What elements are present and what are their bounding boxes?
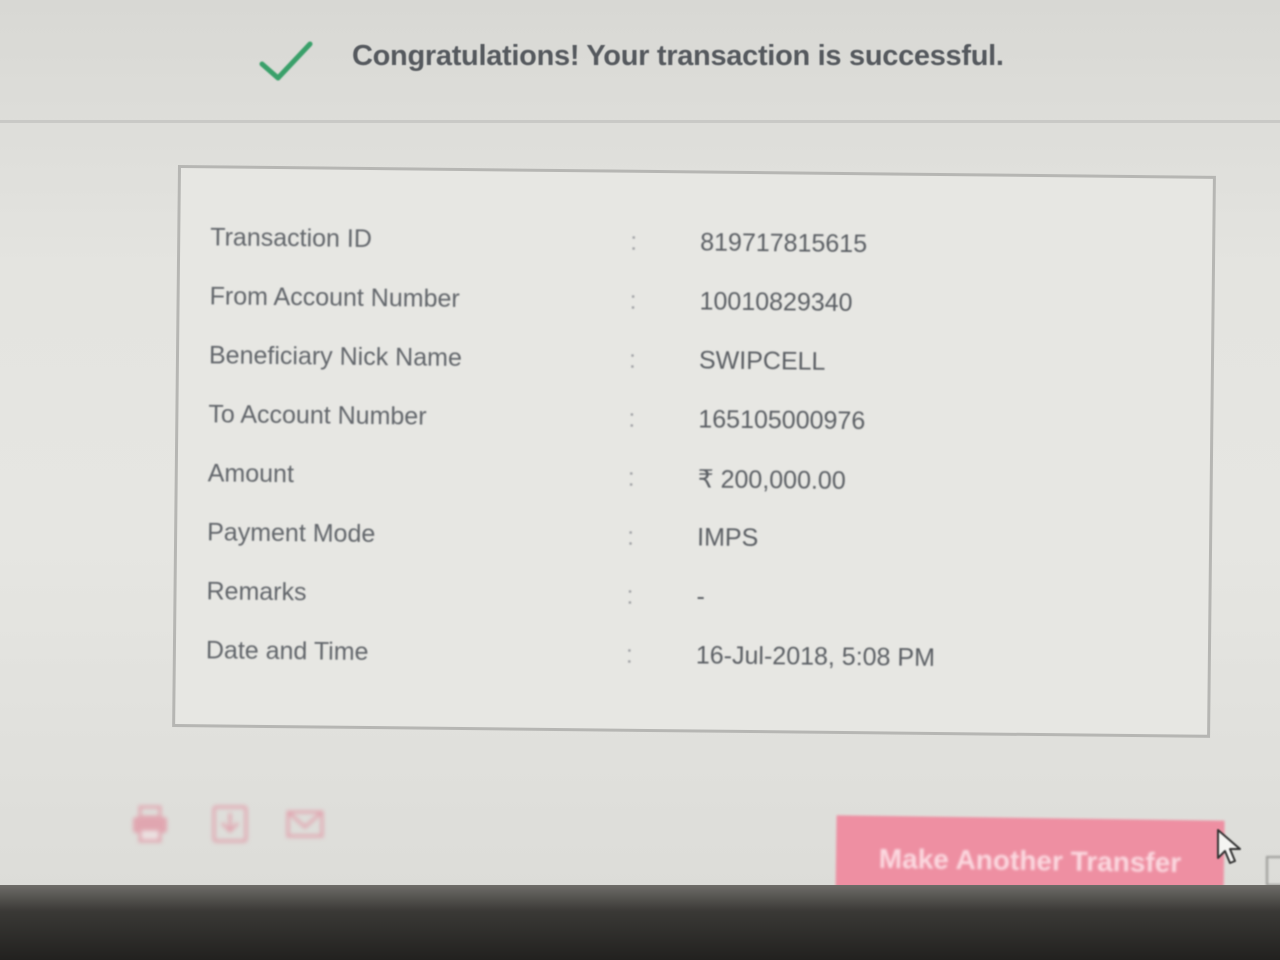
detail-separator: :: [628, 345, 637, 374]
check-icon: [259, 41, 313, 81]
detail-row-beneficiary-nick-name: Beneficiary Nick Name : SWIPCELL: [209, 326, 1190, 395]
detail-value: -: [696, 582, 705, 611]
detail-value: 819717815615: [700, 228, 868, 259]
detail-label: From Account Number: [209, 282, 460, 313]
detail-label: Transaction ID: [210, 223, 373, 254]
detail-separator: :: [628, 404, 636, 433]
transaction-details-table: Transaction ID : 819717815615 From Accou…: [206, 208, 1191, 690]
screen: Congratulations! Your transaction is suc…: [0, 0, 1280, 900]
mail-icon[interactable]: [285, 805, 325, 843]
detail-label: To Account Number: [208, 400, 427, 431]
detail-row-date-time: Date and Time : 16-Jul-2018, 5:08 PM: [206, 621, 1187, 690]
detail-row-remarks: Remarks : -: [206, 562, 1187, 631]
detail-row-transaction-id: Transaction ID : 819717815615: [210, 208, 1191, 277]
partial-edge-icon: [1266, 856, 1280, 886]
transaction-details-card: Transaction ID : 819717815615 From Accou…: [172, 165, 1216, 738]
detail-value: 165105000976: [698, 405, 866, 436]
detail-value: 16-Jul-2018, 5:08 PM: [695, 641, 936, 672]
detail-label: Remarks: [206, 577, 307, 607]
detail-value: ₹ 200,000.00: [697, 464, 846, 495]
detail-row-payment-mode: Payment Mode : IMPS: [207, 503, 1188, 572]
detail-value: 10010829340: [699, 287, 853, 318]
detail-label: Amount: [207, 459, 295, 489]
detail-label: Payment Mode: [207, 518, 376, 549]
monitor-bezel: [0, 885, 1280, 960]
detail-value: SWIPCELL: [698, 346, 826, 376]
success-message: Congratulations! Your transaction is suc…: [352, 40, 1004, 72]
detail-separator: :: [630, 227, 638, 256]
print-icon[interactable]: [130, 805, 170, 843]
mouse-cursor-icon: [1217, 829, 1241, 864]
detail-separator: :: [626, 581, 634, 610]
detail-separator: :: [629, 286, 637, 315]
detail-row-from-account: From Account Number : 10010829340: [209, 267, 1190, 336]
detail-separator: :: [626, 522, 635, 551]
detail-separator: :: [625, 640, 633, 669]
detail-label: Beneficiary Nick Name: [208, 341, 463, 372]
detail-row-to-account: To Account Number : 165105000976: [208, 385, 1189, 454]
detail-label: Date and Time: [205, 636, 369, 667]
detail-separator: :: [627, 463, 635, 492]
download-icon[interactable]: [210, 805, 250, 843]
success-banner: Congratulations! Your transaction is suc…: [0, 0, 1280, 123]
detail-row-amount: Amount : ₹ 200,000.00: [207, 444, 1188, 513]
detail-value: IMPS: [696, 523, 759, 553]
